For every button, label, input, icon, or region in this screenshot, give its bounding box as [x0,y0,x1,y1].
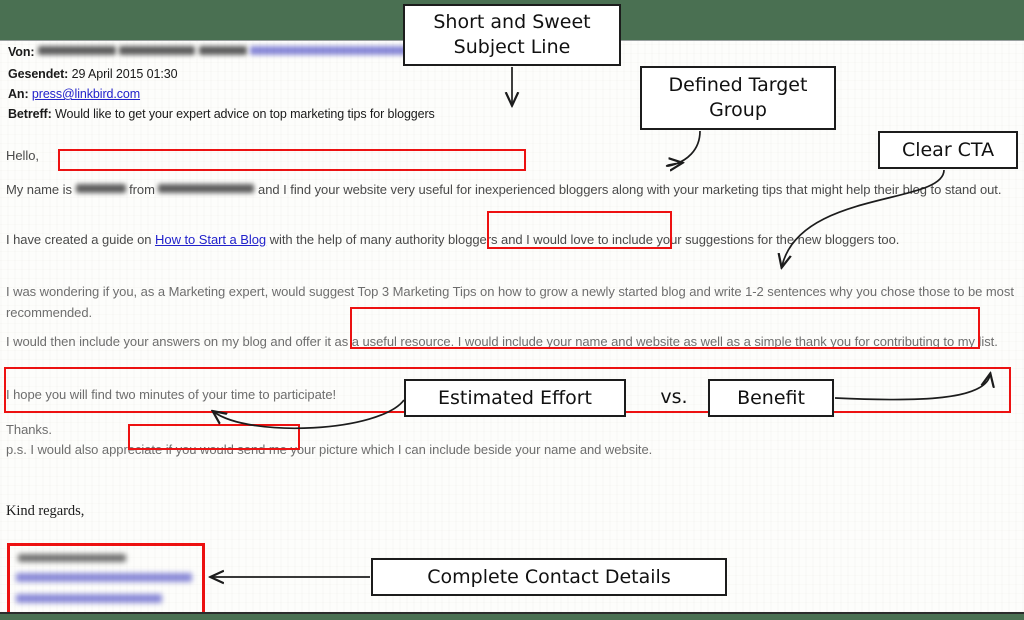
signature-website-redacted [16,594,162,603]
note-cta-label: Clear CTA [901,138,995,161]
note-defined-target-group: Defined Target Group [640,66,836,130]
intro-prefix: My name is [6,182,72,197]
regards-line: Kind regards, [6,503,85,519]
sent-value: 29 April 2015 01:30 [71,67,178,81]
note-clear-cta: Clear CTA [878,131,1018,169]
to-label: An: [8,87,29,101]
sender-name-redacted [75,184,126,193]
email-document: Von: Gesendet: 29 April 2015 01:30 An: p… [0,40,1024,614]
from-name-redacted-3 [198,46,247,55]
signature-name-redacted [18,554,126,562]
guide-link[interactable]: How to Start a Blog [155,232,266,247]
note-benefit: Benefit [708,379,834,417]
from-label: Von: [8,45,35,59]
offer-paragraph: I would then include your answers on my … [6,334,998,349]
note-contact-label: Complete Contact Details [427,565,671,588]
intro-mid: from [129,182,155,197]
subject-label: Betreff: [8,107,52,121]
intro-paragraph: My name is from and I find your website … [6,179,1016,200]
signature-email-redacted [16,573,192,582]
signature-block [7,543,205,612]
note-complete-contact-details: Complete Contact Details [371,558,727,596]
thanks-line: Thanks. [6,422,52,437]
note-subject-line1: Short and Sweet [433,11,591,33]
email-from-row: Von: [8,45,410,59]
email-subject-row: Betreff: Would like to get your expert a… [8,107,435,121]
note-vs-label: vs. [660,386,688,408]
from-email-redacted [249,46,410,55]
email-sent-row: Gesendet: 29 April 2015 01:30 [8,67,178,81]
note-effort-label: Estimated Effort [437,386,592,409]
guide-paragraph: I have created a guide on How to Start a… [6,229,1016,250]
from-name-redacted-2 [119,46,196,55]
note-target-line2: Group [709,99,767,121]
note-target-line1: Defined Target [668,74,808,96]
guide-before: I have created a guide on [6,232,152,247]
from-name-redacted [37,46,116,55]
sender-company-redacted [158,184,255,193]
note-benefit-label: Benefit [737,386,805,409]
note-subject-line2: Subject Line [453,36,571,58]
guide-after: with the help of many authority bloggers… [269,232,900,247]
email-to-row: An: press@linkbird.com [8,87,140,101]
note-short-and-sweet-subject-line: Short and Sweet Subject Line [403,4,621,66]
subject-value: Would like to get your expert advice on … [55,107,435,121]
ps-line: p.s. I would also appreciate if you woul… [6,442,653,457]
ask-paragraph: I was wondering if you, as a Marketing e… [6,284,1014,320]
to-email-link[interactable]: press@linkbird.com [32,87,140,101]
intro-suffix: and I find your website very useful for … [258,182,1002,197]
sent-label: Gesendet: [8,67,69,81]
note-estimated-effort: Estimated Effort [404,379,626,417]
greeting: Hello, [6,148,39,163]
